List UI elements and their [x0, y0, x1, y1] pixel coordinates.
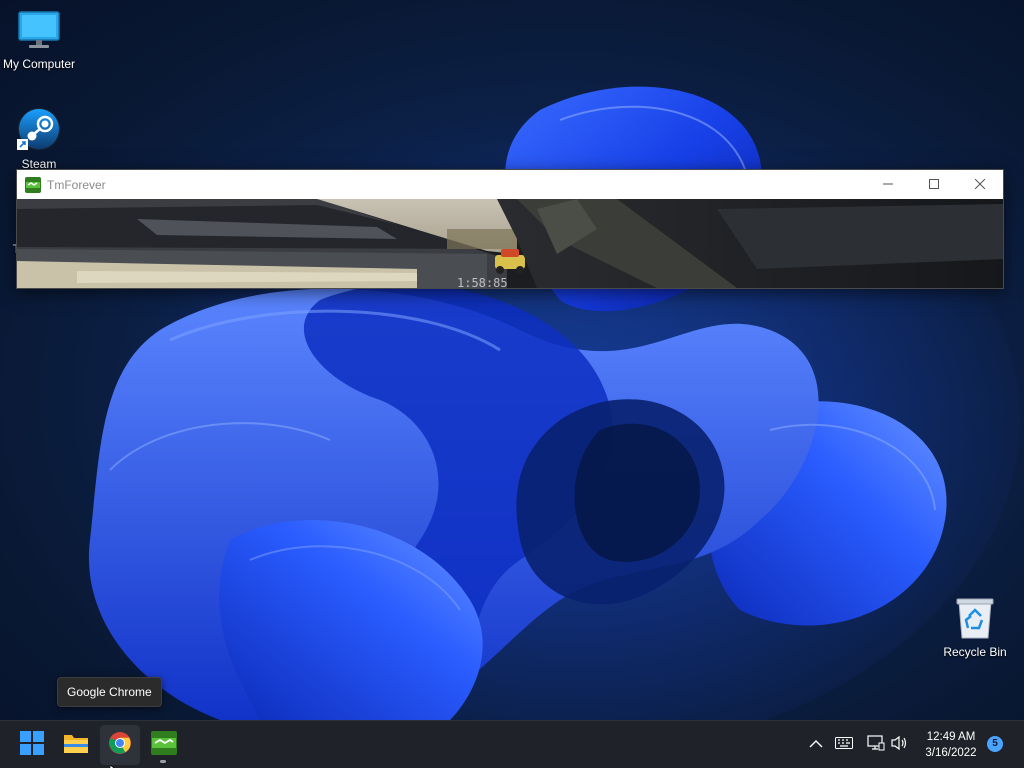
volume-icon: [891, 735, 909, 756]
desktop-wallpaper: [0, 0, 1024, 720]
clock[interactable]: 12:49 AM 3/16/2022: [916, 729, 986, 761]
minimize-button[interactable]: [865, 170, 911, 199]
taskbar-tooltip: Google Chrome: [57, 677, 162, 707]
tmforever-window[interactable]: TmForever 1:58:85: [16, 169, 1004, 289]
window-titlebar[interactable]: TmForever: [17, 170, 1003, 199]
taskbar-tmforever[interactable]: [144, 725, 184, 765]
network-button[interactable]: [866, 734, 886, 756]
keyboard-icon: [835, 736, 853, 754]
game-scene: 1:58:85: [17, 199, 1003, 288]
clock-time: 12:49 AM: [926, 731, 976, 743]
chrome-icon: [108, 731, 132, 760]
svg-text:1:58:85: 1:58:85: [457, 276, 508, 288]
desktop-icon-my-computer[interactable]: My Computer: [0, 8, 79, 71]
folder-icon: [63, 732, 89, 759]
game-viewport[interactable]: 1:58:85: [17, 199, 1003, 288]
tmforever-icon: [25, 176, 41, 193]
running-indicator: [160, 760, 166, 763]
tmforever-icon: [151, 730, 177, 760]
input-indicator-button[interactable]: [834, 735, 854, 755]
windows-start-icon: [20, 730, 44, 760]
mouse-cursor-icon: [109, 760, 120, 768]
show-hidden-icons-button[interactable]: [806, 735, 826, 755]
network-icon: [867, 734, 885, 756]
start-button[interactable]: [12, 725, 52, 765]
bloom-wallpaper-art: [60, 80, 1020, 720]
steam-icon: [0, 106, 79, 155]
maximize-button[interactable]: [911, 170, 957, 199]
taskbar-file-explorer[interactable]: [56, 725, 96, 765]
volume-button[interactable]: [890, 735, 910, 755]
taskbar: 12:49 AM 3/16/2022: [0, 720, 1024, 768]
window-title: TmForever: [47, 177, 106, 192]
clock-date: 3/16/2022: [925, 747, 977, 759]
desktop-icon-recycle-bin[interactable]: Recycle Bin: [935, 596, 1015, 659]
desktop-icon-steam[interactable]: Steam: [0, 106, 79, 171]
close-icon: [974, 176, 986, 194]
monitor-icon: [0, 8, 79, 55]
minimize-icon: [883, 176, 893, 194]
chevron-up-icon: [809, 736, 823, 754]
notification-badge[interactable]: 5: [987, 736, 1003, 752]
taskbar-google-chrome[interactable]: [100, 725, 140, 765]
close-button[interactable]: [957, 170, 1003, 199]
maximize-icon: [929, 176, 939, 194]
recycle-bin-icon: [935, 596, 1015, 643]
